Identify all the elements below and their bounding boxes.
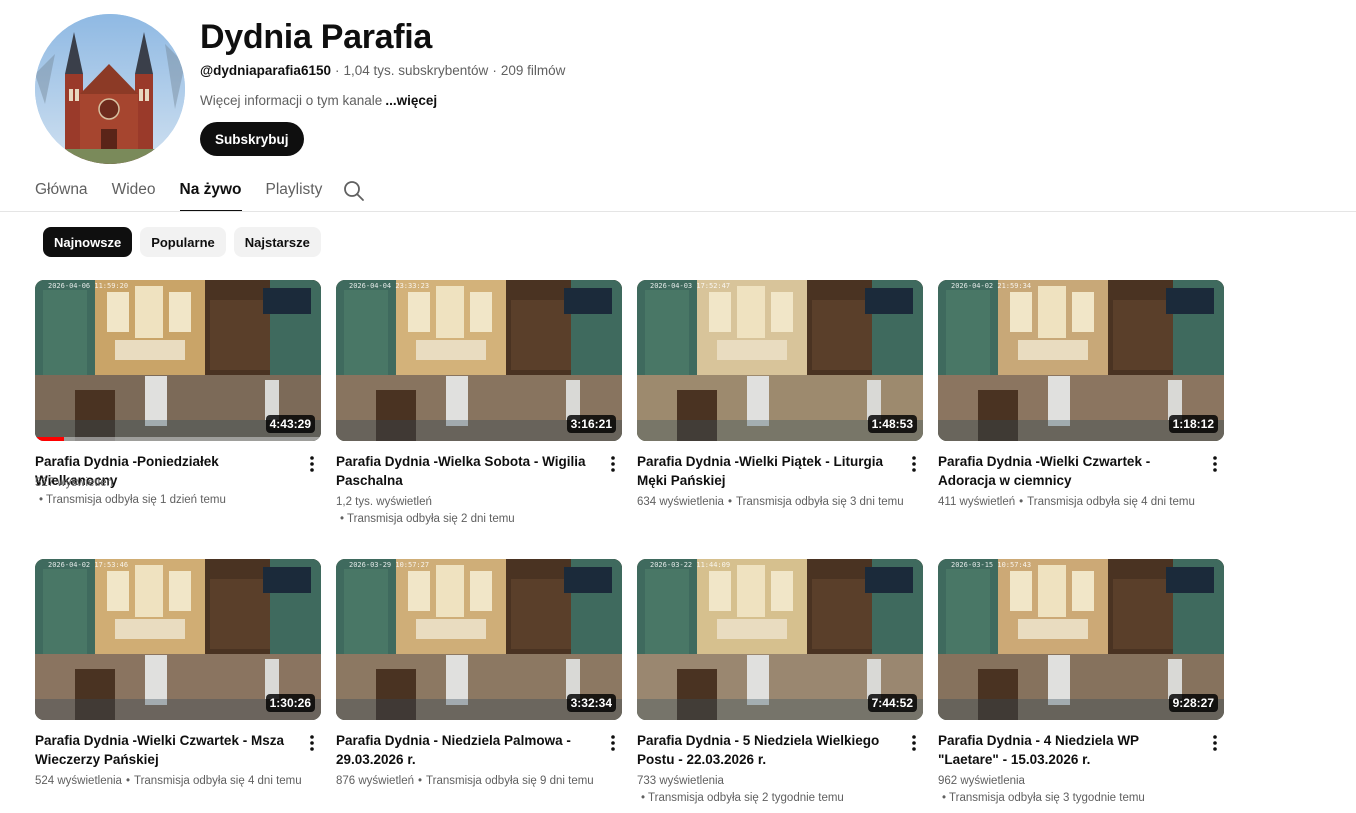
view-count: 527 wyświetleń (35, 477, 113, 489)
video-title[interactable]: Parafia Dydnia -Wielka Sobota - Wigilia … (336, 452, 588, 490)
camera-timestamp: 2026-03-22 11:44:09 (650, 561, 731, 569)
channel-meta: @dydniaparafia6150 · 1,04 tys. subskrybent… (200, 63, 566, 78)
camera-timestamp: 2026-04-04 23:33:23 (349, 282, 430, 290)
streamed-time: • Transmisja odbyła się 3 tygodnie temu (942, 792, 1145, 804)
streamed-time: Transmisja odbyła się 9 dni temu (426, 775, 594, 787)
camera-timestamp: 2026-04-03 17:52:47 (650, 282, 731, 290)
streamed-time: • Transmisja odbyła się 2 tygodnie temu (641, 792, 844, 804)
duration-badge: 3:16:21 (566, 415, 616, 433)
streamed-time: Transmisja odbyła się 3 dni temu (735, 496, 904, 508)
tabs-divider (0, 211, 1356, 212)
more-options-icon[interactable] (907, 733, 921, 753)
more-options-icon[interactable] (305, 454, 319, 474)
duration-badge: 1:30:26 (265, 694, 315, 712)
streamed-time: • Transmisja odbyła się 1 dzień temu (39, 494, 226, 506)
video-card[interactable]: 2026-04-03 17:52:47 ♪ 1:48:53 Parafia Dy… (637, 280, 924, 508)
video-stats: 876 wyświetleń • Transmisja odbyła się 9 d… (336, 775, 594, 787)
video-card[interactable]: 2026-03-29 10:57:27 3:32:34 Parafia Dydn… (336, 559, 623, 787)
view-count: 1,2 tys. wyświetleń (336, 496, 432, 508)
chip-oldest[interactable]: Najstarsze (233, 227, 321, 257)
camera-timestamp: 2026-04-06 11:59:20 (48, 282, 129, 290)
more-options-icon[interactable] (1208, 454, 1222, 474)
about-link[interactable]: Więcej informacji o tym kanale ...więcej (200, 93, 437, 108)
subscribe-button[interactable]: Subskrybuj (200, 122, 304, 156)
more-options-icon[interactable] (1208, 733, 1222, 753)
watch-progress-track (35, 437, 321, 441)
video-title[interactable]: Parafia Dydnia -Wielki Czwartek - Msza W… (35, 731, 287, 769)
tab-home[interactable]: Główna (35, 176, 88, 212)
chip-popular[interactable]: Popularne (140, 227, 226, 257)
video-title[interactable]: Parafia Dydnia -Wielki Piątek - Liturgia… (637, 452, 889, 490)
more-options-icon[interactable] (907, 454, 921, 474)
view-count: 411 wyświetleń (938, 496, 1016, 508)
duration-badge: 7:44:52 (867, 694, 917, 712)
search-icon[interactable] (342, 179, 366, 203)
video-thumbnail[interactable]: 2026-03-15 10:57:43 9:28:27 (938, 559, 1224, 720)
camera-timestamp: 2026-04-02 21:59:34 (951, 282, 1032, 290)
video-title[interactable]: Parafia Dydnia -Wielki Czwartek - Adorac… (938, 452, 1190, 490)
subscriber-count: 1,04 tys. subskrybentów (343, 63, 489, 78)
view-count: 524 wyświetlenia (35, 775, 122, 787)
camera-timestamp: 2026-03-29 10:57:27 (349, 561, 430, 569)
view-count: 962 wyświetlenia (938, 775, 1025, 787)
video-stats: 527 wyświetleń • Transmisja odbyła się 1 … (35, 475, 322, 509)
watch-progress-bar (35, 437, 64, 441)
video-thumbnail[interactable]: 2026-04-03 17:52:47 ♪ 1:48:53 (637, 280, 923, 441)
video-thumbnail[interactable]: 2026-03-22 11:44:09 7:44:52 (637, 559, 923, 720)
camera-timestamp: 2026-04-02 17:53:46 (48, 561, 129, 569)
sort-chips: Najnowsze Popularne Najstarsze (43, 227, 321, 257)
more-options-icon[interactable] (305, 733, 319, 753)
duration-badge: 9:28:27 (1168, 694, 1218, 712)
video-card[interactable]: 2026-04-02 17:53:46 1:30:26 Parafia Dydn… (35, 559, 322, 787)
more-options-icon[interactable] (606, 454, 620, 474)
duration-badge: 1:48:53 (867, 415, 917, 433)
streamed-time: Transmisja odbyła się 4 dni temu (133, 775, 302, 787)
more-options-icon[interactable] (606, 733, 620, 753)
view-count: 876 wyświetleń (336, 775, 414, 787)
channel-handle: @dydniaparafia6150 (200, 63, 331, 78)
video-card[interactable]: 2026-03-15 10:57:43 9:28:27 Parafia Dydn… (938, 559, 1225, 804)
tab-playlists[interactable]: Playlisty (266, 176, 323, 212)
video-card[interactable]: 2026-03-22 11:44:09 7:44:52 Parafia Dydn… (637, 559, 924, 804)
video-thumbnail[interactable]: 2026-03-29 10:57:27 3:32:34 (336, 559, 622, 720)
video-thumbnail[interactable]: 2026-04-02 21:59:34 1:18:12 (938, 280, 1224, 441)
video-count: 209 filmów (500, 63, 566, 78)
channel-tabs: Główna Wideo Na żywo Playlisty (35, 176, 364, 212)
streamed-time: Transmisja odbyła się 4 dni temu (1027, 496, 1195, 508)
video-card[interactable]: 2026-04-04 23:33:23 3:16:21 Parafia Dydn… (336, 280, 623, 525)
video-stats: 411 wyświetleń • Transmisja odbyła się 4 d… (938, 496, 1195, 508)
more-link[interactable]: ...więcej (385, 93, 437, 108)
video-stats: 634 wyświetlenia • Transmisja odbyła się 3… (637, 496, 904, 508)
video-thumbnail[interactable]: 2026-04-06 11:59:20 4:43:29 (35, 280, 321, 441)
video-stats: 962 wyświetlenia • Transmisja odbyła się … (938, 773, 1225, 807)
channel-name: Dydnia Parafia (200, 18, 433, 56)
duration-badge: 4:43:29 (265, 415, 315, 433)
channel-avatar[interactable] (35, 14, 185, 164)
view-count: 634 wyświetlenia (637, 496, 724, 508)
tab-live[interactable]: Na żywo (179, 176, 242, 212)
video-stats: 1,2 tys. wyświetleń • Transmisja odbyła s… (336, 494, 623, 528)
camera-timestamp: 2026-03-15 10:57:43 (951, 561, 1032, 569)
video-title[interactable]: Parafia Dydnia - 5 Niedziela Wielkiego P… (637, 731, 889, 769)
video-title[interactable]: Parafia Dydnia - Niedziela Palmowa - 29.… (336, 731, 588, 769)
video-thumbnail[interactable]: 2026-04-04 23:33:23 3:16:21 (336, 280, 622, 441)
video-stats: 733 wyświetlenia • Transmisja odbyła się … (637, 773, 924, 807)
video-card[interactable]: 2026-04-06 11:59:20 4:43:29 Parafia Dydn… (35, 280, 322, 506)
video-stats: 524 wyświetlenia • Transmisja odbyła się 4… (35, 775, 302, 787)
streamed-time: • Transmisja odbyła się 2 dni temu (340, 513, 515, 525)
tab-videos[interactable]: Wideo (112, 176, 156, 212)
video-thumbnail[interactable]: 2026-04-02 17:53:46 1:30:26 (35, 559, 321, 720)
duration-badge: 3:32:34 (566, 694, 616, 712)
chip-newest[interactable]: Najnowsze (43, 227, 133, 257)
view-count: 733 wyświetlenia (637, 775, 724, 787)
video-card[interactable]: 2026-04-02 21:59:34 1:18:12 Parafia Dydn… (938, 280, 1225, 508)
about-text: Więcej informacji o tym kanale (200, 93, 383, 108)
duration-badge: 1:18:12 (1168, 415, 1218, 433)
video-title[interactable]: Parafia Dydnia - 4 Niedziela WP "Laetare… (938, 731, 1190, 769)
